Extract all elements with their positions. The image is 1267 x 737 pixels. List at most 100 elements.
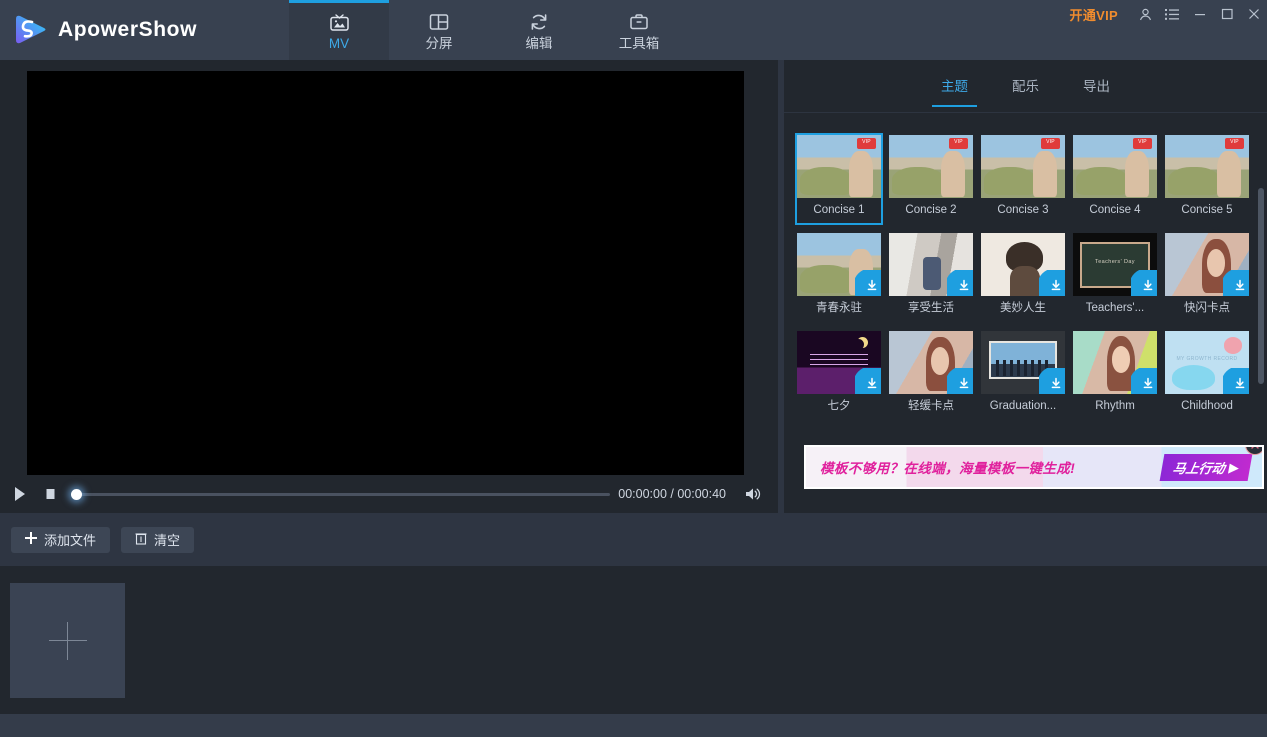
vip-badge: VIP <box>949 138 968 149</box>
tab-toolbox[interactable]: 工具箱 <box>589 0 689 60</box>
tab-label: MV <box>329 37 349 51</box>
trash-icon <box>135 532 147 548</box>
download-icon[interactable] <box>1039 270 1065 296</box>
right-panel: 主题 配乐 导出 VIPConcise 1VIPConcise 2VIPConc… <box>784 60 1267 513</box>
title-bar: ApowerShow MV <box>0 0 1267 60</box>
template-thumbnail: VIP <box>889 135 973 198</box>
template-thumbnail: MY GROWTH RECORD <box>1165 331 1249 394</box>
template-label: Concise 1 <box>797 198 881 223</box>
template-item[interactable]: 快闪卡点 <box>1163 231 1251 323</box>
stop-icon[interactable] <box>35 479 65 509</box>
tab-label: 编辑 <box>526 37 553 51</box>
template-label: 青春永驻 <box>797 296 881 321</box>
play-icon[interactable] <box>5 479 35 509</box>
download-icon[interactable] <box>947 270 973 296</box>
template-thumbnail: VIP <box>981 135 1065 198</box>
toolbox-icon <box>628 10 650 34</box>
maximize-icon[interactable] <box>1213 0 1240 28</box>
download-icon[interactable] <box>1131 270 1157 296</box>
template-item[interactable]: 享受生活 <box>887 231 975 323</box>
template-thumbnail <box>981 233 1065 296</box>
app-window: ApowerShow MV <box>0 0 1267 737</box>
tab-export[interactable]: 导出 <box>1083 65 1110 107</box>
menu-icon[interactable] <box>1159 0 1186 28</box>
footer-bar <box>0 714 1267 737</box>
thumbnail-caption: Teachers' Day <box>1073 259 1157 265</box>
template-item[interactable]: 七夕 <box>795 329 883 421</box>
timeline-panel <box>0 566 778 714</box>
seek-handle[interactable] <box>71 489 82 500</box>
download-icon[interactable] <box>1039 368 1065 394</box>
template-label: 美妙人生 <box>981 296 1065 321</box>
template-item[interactable]: Rhythm <box>1071 329 1159 421</box>
add-clip-placeholder[interactable] <box>10 583 125 698</box>
thumbnail-caption: MY GROWTH RECORD <box>1165 356 1249 362</box>
template-item[interactable]: VIP Concise 1 <box>795 133 883 225</box>
download-icon[interactable] <box>855 368 881 394</box>
tv-photo-icon <box>328 10 351 34</box>
template-item[interactable]: MY GROWTH RECORD Childhood <box>1163 329 1251 421</box>
main-tabs: MV 分屏 <box>289 0 689 60</box>
vip-badge-label: VIP <box>1041 139 1060 145</box>
template-item[interactable]: Teachers' DayTeachers'... <box>1071 231 1159 323</box>
app-title: ApowerShow <box>58 18 197 42</box>
template-thumbnail: VIP <box>1165 135 1249 198</box>
template-thumbnail <box>1165 233 1249 296</box>
plus-icon <box>49 622 87 660</box>
volume-icon[interactable] <box>738 479 768 509</box>
vip-badge: VIP <box>1041 138 1060 149</box>
tab-split-screen[interactable]: 分屏 <box>389 0 489 60</box>
template-item[interactable]: 美妙人生 <box>979 231 1067 323</box>
tab-mv[interactable]: MV <box>289 0 389 60</box>
download-icon[interactable] <box>855 270 881 296</box>
tab-edit[interactable]: 编辑 <box>489 0 589 60</box>
clear-button[interactable]: 清空 <box>121 527 194 553</box>
promo-cta-label: 马上行动 <box>1171 458 1226 477</box>
vip-badge-label: VIP <box>1133 139 1152 145</box>
template-thumbnail <box>889 233 973 296</box>
file-actions-bar: 添加文件 清空 <box>0 513 778 566</box>
account-icon[interactable] <box>1132 0 1159 28</box>
seek-slider[interactable] <box>71 484 610 504</box>
template-label: Concise 5 <box>1165 198 1249 223</box>
template-item[interactable]: 青春永驻 <box>795 231 883 323</box>
template-item[interactable]: Graduation... <box>979 329 1067 421</box>
promo-banner[interactable]: 模板不够用？在线端，海量模板一键生成! 马上行动 ▶ <box>804 445 1264 489</box>
add-file-button[interactable]: 添加文件 <box>11 527 110 553</box>
template-label: 享受生活 <box>889 296 973 321</box>
download-icon[interactable] <box>1223 270 1249 296</box>
download-icon[interactable] <box>1223 368 1249 394</box>
template-item[interactable]: VIP Concise 3 <box>979 133 1067 225</box>
upgrade-vip-button[interactable]: 开通VIP <box>1070 5 1118 24</box>
promo-cta-button[interactable]: 马上行动 ▶ <box>1160 454 1253 481</box>
template-thumbnail <box>797 233 881 296</box>
template-item[interactable]: VIP Concise 4 <box>1071 133 1159 225</box>
vip-badge: VIP <box>857 138 876 149</box>
template-thumbnail: VIP <box>797 135 881 198</box>
preview-panel: 00:00:00 / 00:00:40 <box>0 60 778 513</box>
minimize-icon[interactable] <box>1186 0 1213 28</box>
scrollbar-thumb[interactable] <box>1258 188 1264 384</box>
template-label: Childhood <box>1165 394 1249 419</box>
download-icon[interactable] <box>1131 368 1157 394</box>
template-thumbnail <box>889 331 973 394</box>
vip-badge: VIP <box>1133 138 1152 149</box>
template-label: Concise 3 <box>981 198 1065 223</box>
download-icon[interactable] <box>947 368 973 394</box>
template-label: Rhythm <box>1073 394 1157 419</box>
template-label: Concise 2 <box>889 198 973 223</box>
template-item[interactable]: 轻缓卡点 <box>887 329 975 421</box>
video-preview-area[interactable] <box>27 71 744 475</box>
template-label: Concise 4 <box>1073 198 1157 223</box>
tab-theme[interactable]: 主题 <box>941 65 968 107</box>
template-item[interactable]: VIPConcise 5 <box>1163 133 1251 225</box>
brand: ApowerShow <box>14 13 197 46</box>
time-display: 00:00:00 / 00:00:40 <box>618 487 726 501</box>
template-label: 轻缓卡点 <box>889 394 973 419</box>
template-thumbnail <box>981 331 1065 394</box>
template-scrollbar[interactable] <box>1258 133 1264 416</box>
template-item[interactable]: VIP Concise 2 <box>887 133 975 225</box>
right-panel-tabs: 主题 配乐 导出 <box>784 60 1267 113</box>
close-icon[interactable] <box>1240 0 1267 28</box>
tab-soundtrack[interactable]: 配乐 <box>1012 65 1039 107</box>
